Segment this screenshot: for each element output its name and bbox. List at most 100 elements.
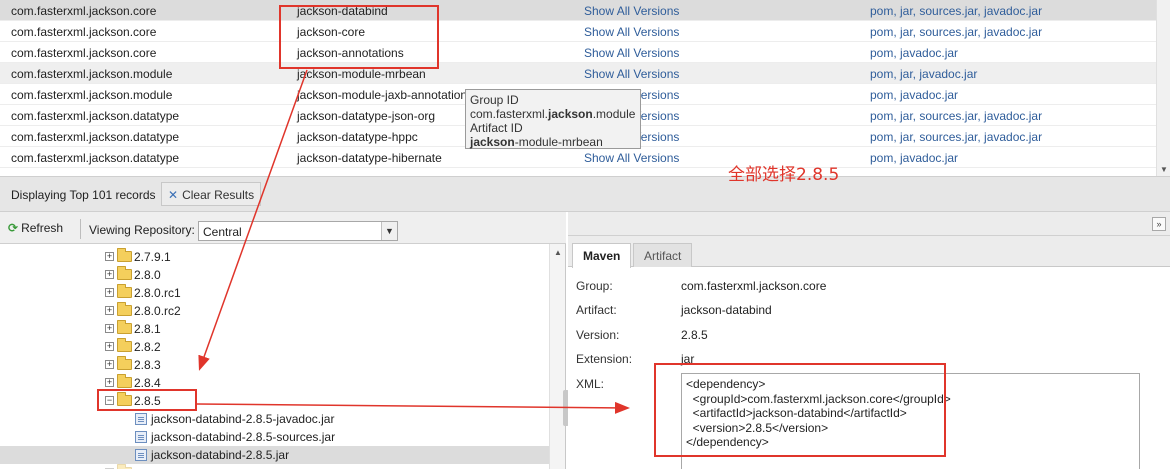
results-scrollbar[interactable]: ▼ <box>1156 0 1170 176</box>
expand-icon[interactable]: + <box>105 378 114 387</box>
files-link[interactable]: pom, jar, sources.jar, javadoc.jar <box>870 4 1042 18</box>
group-cell: com.fasterxml.jackson.datatype <box>11 151 180 165</box>
results-status-bar: Displaying Top 101 records ✕ Clear Result… <box>0 176 1170 212</box>
table-row[interactable]: com.fasterxml.jackson.core jackson-annot… <box>0 42 1156 63</box>
files-link[interactable]: pom, jar, sources.jar, javadoc.jar <box>870 109 1042 123</box>
table-row[interactable]: com.fasterxml.jackson.module jackson-mod… <box>0 63 1156 84</box>
artifact-cell: jackson-datatype-json-org <box>297 109 436 123</box>
clear-results-label: Clear Results <box>182 188 255 202</box>
show-versions-link[interactable]: Show All Versions <box>584 25 679 39</box>
group-label: Group: <box>576 279 613 293</box>
files-link[interactable]: pom, javadoc.jar <box>870 88 958 102</box>
table-row[interactable]: com.fasterxml.jackson.core jackson-datab… <box>0 0 1156 21</box>
group-cell: com.fasterxml.jackson.core <box>11 46 157 60</box>
details-tabs: Maven Artifact <box>568 236 1170 268</box>
annotation-box-artifacts <box>279 5 439 69</box>
artifact-cell: jackson-datatype-hibernate <box>297 151 442 165</box>
expand-icon[interactable]: + <box>105 324 114 333</box>
refresh-button[interactable]: ⟳ Refresh <box>8 221 63 235</box>
expand-icon[interactable]: + <box>105 252 114 261</box>
expand-icon[interactable]: + <box>105 270 114 279</box>
repository-toolbar: ⟳ Refresh Viewing Repository: Central ▼ <box>0 212 566 244</box>
collapse-panel-icon[interactable]: » <box>1152 217 1166 231</box>
show-versions-link[interactable]: Show All Versions <box>584 46 679 60</box>
table-row[interactable]: com.fasterxml.jackson.datatype jackson-d… <box>0 147 1156 168</box>
show-versions-link[interactable]: Show All Versions <box>584 67 679 81</box>
chevron-down-icon[interactable]: ▼ <box>381 222 397 240</box>
expand-icon[interactable]: + <box>105 360 114 369</box>
artifact-cell: jackson-module-jaxb-annotations <box>297 88 474 102</box>
group-cell: com.fasterxml.jackson.module <box>11 67 173 81</box>
folder-icon <box>117 302 132 316</box>
group-cell: com.fasterxml.jackson.core <box>11 25 157 39</box>
scroll-down-icon[interactable]: ▼ <box>1160 165 1168 174</box>
records-count: Displaying Top 101 records <box>11 188 156 202</box>
folder-icon <box>117 248 132 262</box>
version-value: 2.8.5 <box>681 328 708 342</box>
files-link[interactable]: pom, jar, sources.jar, javadoc.jar <box>870 25 1042 39</box>
artifact-value: jackson-databind <box>681 303 772 317</box>
repository-select-value: Central <box>203 225 242 239</box>
files-link[interactable]: pom, jar, sources.jar, javadoc.jar <box>870 130 1042 144</box>
annotation-box-xml <box>654 363 946 457</box>
group-cell: com.fasterxml.jackson.datatype <box>11 109 180 123</box>
jar-file-icon <box>135 449 147 461</box>
tree-folder[interactable]: +2.8.3 <box>105 356 405 374</box>
tree-folder[interactable]: +2.8.0 <box>105 266 405 284</box>
extension-label: Extension: <box>576 352 633 366</box>
group-value: com.fasterxml.jackson.core <box>681 279 827 293</box>
tree-file-selected[interactable]: jackson-databind-2.8.5.jar <box>0 446 549 464</box>
folder-icon <box>117 356 132 370</box>
annotation-text: 全部选择2.8.5 <box>728 165 840 185</box>
tab-artifact[interactable]: Artifact <box>633 243 693 267</box>
table-row[interactable] <box>0 168 1156 176</box>
search-results-table: com.fasterxml.jackson.core jackson-datab… <box>0 0 1170 176</box>
tooltip-artifact-label: Artifact ID <box>470 121 523 135</box>
folder-icon <box>117 374 132 388</box>
expand-icon[interactable]: + <box>105 288 114 297</box>
expand-icon[interactable]: + <box>105 306 114 315</box>
files-link[interactable]: pom, jar, javadoc.jar <box>870 67 977 81</box>
details-header: » <box>568 212 1170 236</box>
repository-label: Viewing Repository: <box>89 223 195 237</box>
refresh-icon: ⟳ <box>8 221 19 235</box>
tree-scrollbar[interactable]: ▲ <box>549 244 565 469</box>
tree-folder[interactable]: +2.8.0.rc2 <box>105 302 405 320</box>
folder-icon <box>117 284 132 298</box>
folder-icon <box>117 320 132 334</box>
jar-file-icon <box>135 413 147 425</box>
expand-icon[interactable]: + <box>105 342 114 351</box>
tree-file[interactable]: jackson-databind-2.8.5-javadoc.jar <box>135 410 435 428</box>
tree-folder[interactable]: +2.8.0.rc1 <box>105 284 405 302</box>
tree-folder[interactable]: + <box>105 464 405 469</box>
annotation-box-version <box>97 389 197 411</box>
version-label: Version: <box>576 328 620 342</box>
files-link[interactable]: pom, javadoc.jar <box>870 151 958 165</box>
toolbar-divider <box>80 219 81 239</box>
close-icon: ✕ <box>168 188 179 202</box>
show-versions-link[interactable]: Show All Versions <box>584 151 679 165</box>
tree-file[interactable]: jackson-databind-2.8.5-sources.jar <box>135 428 435 446</box>
artifact-cell: jackson-module-mrbean <box>297 67 426 81</box>
xml-label: XML: <box>576 377 605 391</box>
jar-file-icon <box>135 431 147 443</box>
artifact-label: Artifact: <box>576 303 617 317</box>
repository-select[interactable]: Central ▼ <box>198 221 398 241</box>
tooltip-artifact-value: jackson-module-mrbean <box>470 135 603 149</box>
repository-browser-panel: ⟳ Refresh Viewing Repository: Central ▼ +… <box>0 212 566 469</box>
clear-results-button[interactable]: ✕ Clear Results <box>161 182 262 206</box>
tree-folder[interactable]: +2.8.1 <box>105 320 405 338</box>
folder-icon <box>117 266 132 280</box>
tab-maven[interactable]: Maven <box>572 243 632 268</box>
scroll-up-icon[interactable]: ▲ <box>554 248 562 257</box>
files-link[interactable]: pom, javadoc.jar <box>870 46 958 60</box>
table-row[interactable]: com.fasterxml.jackson.core jackson-core … <box>0 21 1156 42</box>
repository-tree: +2.7.9.1 +2.8.0 +2.8.0.rc1 +2.8.0.rc2 +2… <box>0 244 549 469</box>
artifact-cell: jackson-datatype-hppc <box>297 130 418 144</box>
group-cell: com.fasterxml.jackson.module <box>11 88 173 102</box>
folder-icon <box>117 338 132 352</box>
tree-folder[interactable]: +2.8.2 <box>105 338 405 356</box>
tree-folder[interactable]: +2.7.9.1 <box>105 248 405 266</box>
group-cell: com.fasterxml.jackson.core <box>11 4 157 18</box>
show-versions-link[interactable]: Show All Versions <box>584 4 679 18</box>
